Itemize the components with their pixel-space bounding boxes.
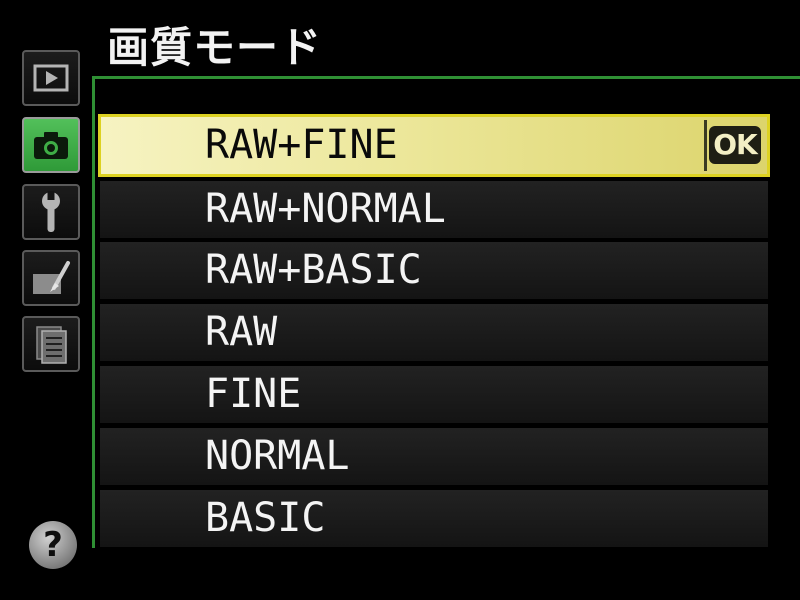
- ok-divider: [704, 120, 707, 171]
- tab-shooting[interactable]: [22, 117, 80, 173]
- menu-item-raw[interactable]: RAW: [100, 304, 768, 361]
- menu-item-label: RAW+FINE: [205, 122, 398, 168]
- tab-playback[interactable]: [22, 50, 80, 106]
- camera-icon: [34, 132, 68, 159]
- menu-item-normal[interactable]: NORMAL: [100, 428, 768, 485]
- tab-retouch[interactable]: [22, 250, 80, 306]
- menu-item-label: RAW+BASIC: [205, 247, 422, 293]
- help-icon[interactable]: ?: [29, 521, 77, 569]
- wrench-icon: [42, 191, 60, 232]
- menu-item-label: FINE: [205, 371, 302, 417]
- menu-item-label: BASIC: [205, 495, 326, 541]
- tab-setup[interactable]: [22, 184, 80, 240]
- ok-badge: OK: [709, 126, 761, 164]
- menu-item-fine[interactable]: FINE: [100, 366, 768, 423]
- menu-item-raw-basic[interactable]: RAW+BASIC: [100, 242, 768, 299]
- menu-item-label: RAW: [205, 309, 278, 355]
- retouch-icon: [33, 261, 70, 294]
- menu-item-basic[interactable]: BASIC: [100, 490, 768, 547]
- playback-icon: [33, 64, 69, 92]
- menu-item-raw-normal[interactable]: RAW+NORMAL: [100, 181, 768, 238]
- menu-item-label: NORMAL: [205, 433, 350, 479]
- my-menu-icon: [36, 326, 67, 364]
- menu-item-label: RAW+NORMAL: [205, 186, 446, 232]
- tab-my-menu[interactable]: [22, 316, 80, 372]
- menu-item-raw-fine[interactable]: RAW+FINE OK: [98, 114, 770, 177]
- page-title: 画質モード: [107, 23, 323, 72]
